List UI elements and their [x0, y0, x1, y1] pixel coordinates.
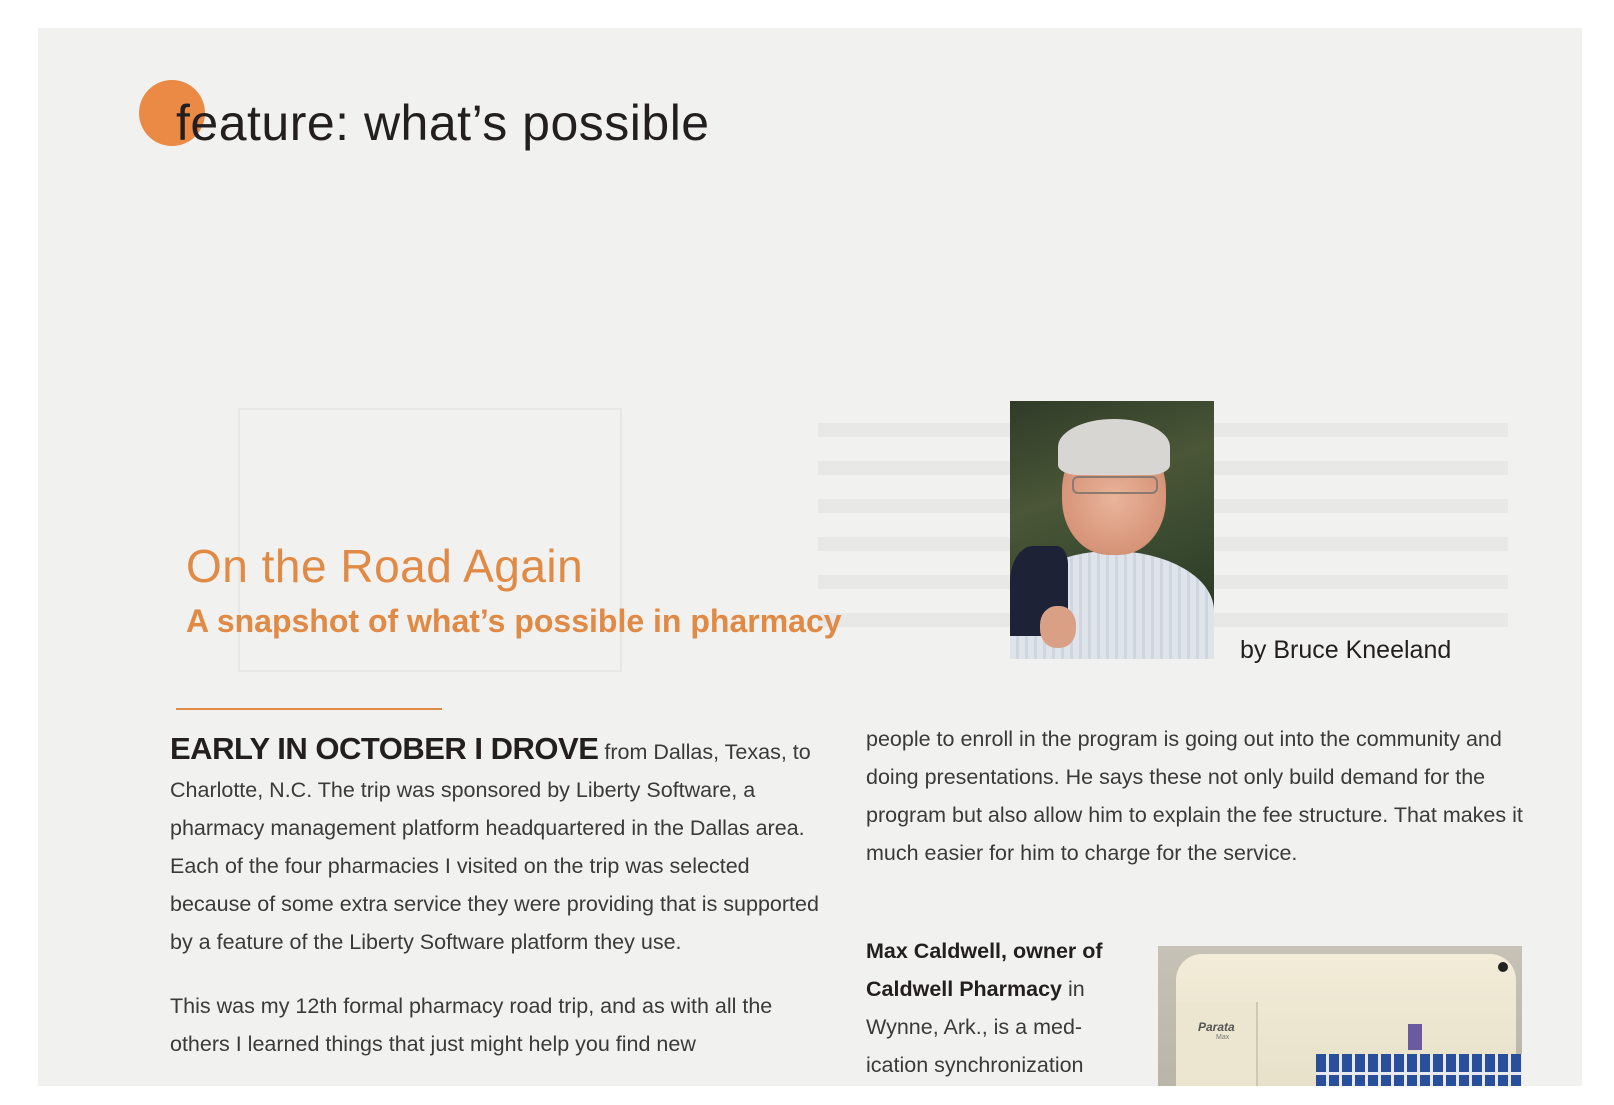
dispenser-photo: Parata Max — [1158, 946, 1522, 1086]
author-photo — [1010, 401, 1214, 659]
byline: by Bruce Kneeland — [1240, 636, 1452, 664]
headline-rule — [176, 708, 442, 710]
dispenser-logo-sub: Max — [1216, 1034, 1230, 1041]
right-paragraph-2: Max Caldwell, owner of Caldwell Pharmacy… — [866, 932, 1136, 1084]
photo-glasses — [1072, 476, 1158, 494]
lead-in: EARLY IN OCTOBER I DROVE — [170, 731, 599, 766]
right-column-bottom: Max Caldwell, owner of Caldwell Pharmacy… — [866, 932, 1136, 1084]
magazine-page: ​ feature: what’s possible by Bruce Knee… — [38, 28, 1582, 1086]
left-column: EARLY IN OCTOBER I DROVE from Dallas, Te… — [170, 730, 830, 1063]
dispenser-body: Parata Max — [1176, 954, 1522, 1086]
dispenser-slot — [1408, 1024, 1422, 1050]
article-subheadline: A snapshot of what’s possible in pharmac… — [186, 603, 842, 639]
article-headline: On the Road Again — [186, 540, 584, 592]
left-paragraph-2: This was my 12th formal pharmacy road tr… — [170, 994, 773, 1056]
ceiling-camera — [1498, 962, 1508, 972]
dispenser-logo: Parata — [1198, 1020, 1235, 1034]
dispenser-cell-grid — [1316, 1054, 1522, 1086]
photo-hand — [1040, 606, 1076, 648]
dispenser-panel — [1176, 1002, 1258, 1086]
right-paragraph-1: people to enroll in the program is going… — [866, 727, 1523, 865]
section-title: feature: what’s possible — [176, 95, 710, 151]
photo-hair — [1058, 419, 1170, 475]
left-paragraph-1-text: from Dallas, Texas, to Charlotte, N.C. T… — [170, 740, 819, 954]
left-paragraph-1: EARLY IN OCTOBER I DROVE from Dallas, Te… — [170, 730, 830, 961]
right-column-top: people to enroll in the program is going… — [866, 720, 1526, 872]
dispenser-grid-divider — [1316, 1072, 1522, 1075]
